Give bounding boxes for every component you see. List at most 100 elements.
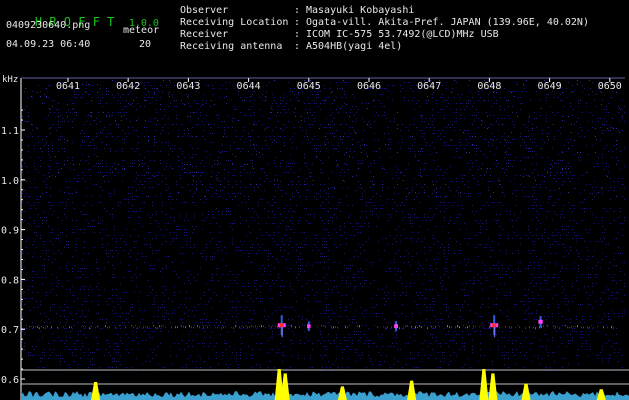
band-pixel — [251, 325, 252, 328]
band-pixel — [613, 327, 614, 330]
band-pixel — [331, 326, 332, 329]
band-pixel — [597, 326, 598, 328]
band-pixel — [51, 326, 52, 329]
x-tick-label: 0642 — [116, 81, 140, 92]
band-pixel — [269, 326, 270, 328]
band-pixel — [139, 326, 140, 328]
band-pixel — [325, 326, 326, 328]
band-pixel — [85, 326, 86, 328]
meteor-tail — [281, 327, 283, 338]
info-colon: : — [294, 29, 301, 40]
band-pixel — [385, 327, 386, 330]
band-pixel — [435, 326, 436, 328]
band-pixel — [31, 326, 32, 328]
band-pixel — [323, 325, 324, 327]
band-pixel — [235, 325, 236, 328]
band-pixel — [239, 326, 240, 329]
band-pixel — [337, 327, 338, 329]
band-pixel — [241, 326, 242, 328]
band-pixel — [509, 326, 510, 329]
band-pixel — [175, 326, 176, 329]
band-pixel — [47, 326, 48, 328]
band-pixel — [161, 325, 162, 328]
band-pixel — [359, 325, 360, 328]
info-key-location: Receiving Location — [180, 17, 289, 28]
meteor-hot — [279, 323, 284, 328]
meteor-event — [277, 315, 286, 338]
band-pixel — [529, 326, 530, 329]
band-pixel — [97, 326, 98, 328]
band-pixel — [411, 326, 412, 328]
band-pixel — [431, 326, 432, 328]
level-spike — [91, 382, 101, 400]
band-pixel — [479, 326, 480, 328]
y-tick-label: 0.7 — [1, 325, 19, 336]
band-pixel — [137, 327, 138, 330]
band-pixel — [467, 326, 468, 329]
band-pixel — [207, 326, 208, 329]
band-pixel — [535, 327, 536, 330]
meteor-core — [538, 319, 543, 324]
noise-dots-bright — [22, 80, 623, 197]
band-pixel — [419, 325, 420, 328]
band-pixel — [567, 326, 568, 329]
meteor-core — [307, 324, 311, 329]
band-pixel — [131, 325, 132, 327]
meteor-hot — [492, 323, 497, 328]
meteor-event — [490, 315, 499, 338]
band-pixel — [421, 326, 422, 329]
band-pixel — [349, 325, 350, 327]
band-pixel — [91, 326, 92, 328]
band-pixel — [63, 326, 64, 328]
meteor-event — [538, 315, 543, 328]
band-pixel — [515, 327, 516, 329]
band-pixel — [271, 326, 272, 329]
band-pixel — [247, 326, 248, 329]
band-pixel — [447, 325, 448, 328]
band-pixel — [245, 325, 246, 327]
band-pixel — [469, 325, 470, 328]
y-axis-unit: kHz — [2, 75, 19, 85]
spectrogram-chart: 0641 0642 0643 0644 0645 0646 0647 0648 0649 0650… — [1, 77, 629, 400]
band-pixel — [533, 327, 534, 329]
band-pixel — [555, 326, 556, 329]
band-pixel — [571, 326, 572, 328]
band-pixel — [71, 326, 72, 329]
band-pixel — [233, 327, 234, 330]
band-pixel — [183, 326, 184, 328]
band-pixel — [449, 326, 450, 329]
y-tick-label: 0.8 — [1, 275, 19, 286]
band-pixel — [317, 326, 318, 328]
band-pixel — [451, 326, 452, 329]
band-pixel — [265, 327, 266, 329]
band-pixel — [511, 326, 512, 329]
band-pixel — [489, 326, 490, 329]
band-pixel — [403, 327, 404, 330]
band-pixel — [133, 326, 134, 329]
info-value-antenna: A504HB(yagi 4el) — [306, 41, 403, 52]
level-graph — [21, 369, 629, 400]
band-pixel — [107, 327, 108, 329]
band-pixel — [163, 325, 164, 327]
meteor-label: meteor — [123, 25, 160, 36]
band-pixel — [89, 327, 90, 330]
band-pixel — [221, 327, 222, 330]
band-pixel — [205, 325, 206, 327]
band-pixel — [153, 325, 154, 327]
band-pixel — [159, 325, 160, 328]
x-tick-label: 0641 — [56, 81, 80, 92]
x-tick-label: 0649 — [538, 81, 562, 92]
band-pixel — [83, 326, 84, 328]
x-tick-label: 0650 — [598, 81, 622, 92]
band-pixel — [261, 325, 262, 328]
band-pixel — [69, 326, 70, 329]
band-pixel — [33, 326, 34, 329]
band-pixel — [547, 325, 548, 328]
x-tick-label: 0646 — [357, 81, 381, 92]
band-pixel — [405, 325, 406, 328]
band-pixel — [347, 326, 348, 329]
band-pixel — [43, 327, 44, 329]
band-pixel — [335, 326, 336, 329]
band-pixel — [591, 325, 592, 327]
band-pixel — [543, 325, 544, 328]
